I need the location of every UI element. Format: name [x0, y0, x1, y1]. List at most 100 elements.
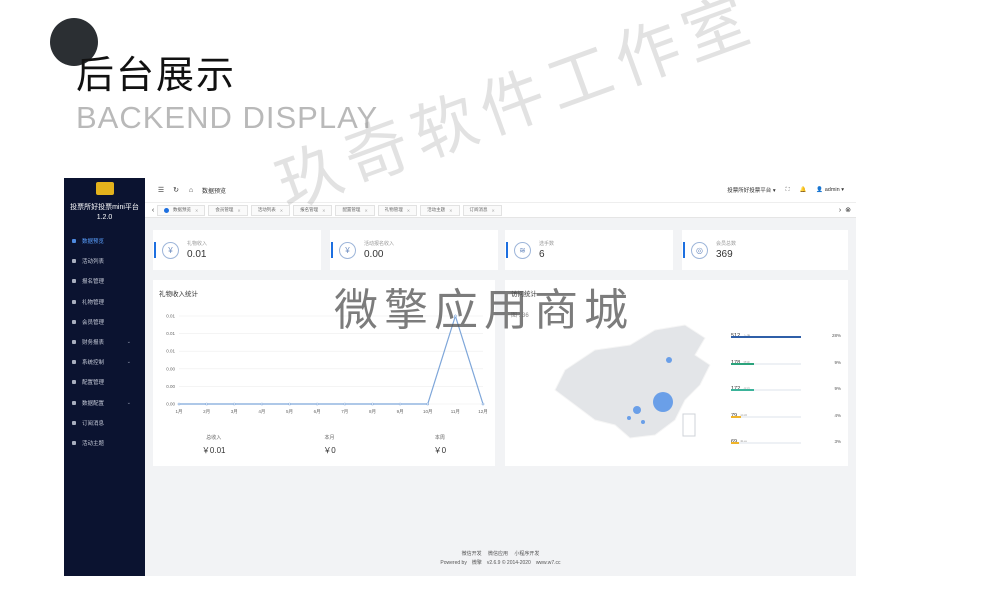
data-point: [315, 402, 319, 406]
rank-item: 69贵州3%: [731, 430, 841, 457]
platform-name: 投票所好投票平台: [727, 188, 772, 194]
china-map: [554, 324, 711, 439]
menu-toggle-icon[interactable]: ☰: [157, 186, 165, 194]
sidebar-item-6[interactable]: 系统控制 ⌄: [64, 352, 145, 372]
sidebar-item-10[interactable]: 活动主题: [64, 433, 145, 453]
breadcrumb: 数据预览: [202, 188, 227, 195]
x-tick-label: 11月: [451, 409, 460, 415]
sidebar-item-label: 活动主题: [82, 440, 105, 447]
tab-close-all-icon[interactable]: ⊗: [844, 206, 852, 214]
fullscreen-icon[interactable]: ⛶: [786, 187, 790, 194]
y-tick-label: 0.00: [166, 366, 175, 371]
visit-panel-title: 访问统计: [511, 291, 537, 298]
tab-5[interactable]: 礼物管理 ✕: [377, 204, 418, 216]
user-menu[interactable]: 👤 admin ▾: [816, 187, 844, 193]
sidebar-item-0[interactable]: 数据预览: [64, 231, 145, 251]
close-icon[interactable]: ✕: [195, 208, 198, 213]
x-tick-label: 5月: [286, 409, 293, 415]
sidebar-item-3[interactable]: 礼物管理: [64, 292, 145, 312]
yuan-icon: ¥: [339, 241, 356, 259]
bell-icon: [72, 420, 76, 425]
total-label: 本周: [434, 435, 445, 441]
sidebar-item-1[interactable]: 活动列表: [64, 251, 145, 271]
hero-title: 后台展示: [76, 53, 237, 97]
series-line: [179, 313, 484, 405]
y-tick-label: 0.00: [166, 384, 175, 389]
tab-3[interactable]: 报名管理 ✕: [293, 204, 333, 216]
tab-label: 会员管理: [215, 207, 234, 212]
close-icon[interactable]: ✕: [322, 208, 325, 213]
tab-label: 礼物管理: [384, 207, 403, 212]
total-value: ￥0.01: [201, 446, 226, 455]
y-tick-label: 0.01: [166, 349, 175, 354]
sidebar-item-4[interactable]: 会员管理: [64, 312, 145, 332]
app-name: 投票所好投票mini平台 1.2.0: [64, 203, 145, 223]
bell-icon[interactable]: 🔔: [799, 187, 806, 193]
stat-label: 活动报名收入: [364, 241, 395, 247]
rank-item: 512上海28%: [731, 324, 841, 351]
platform-switcher[interactable]: 投票所好投票平台 ▾: [727, 186, 775, 194]
home-icon: ⌂: [188, 186, 194, 194]
rank-track: [731, 415, 801, 418]
footer-copyright: Powered by 微擎 v2.6.9 © 2014-2020 www.w7.…: [440, 560, 561, 566]
yuan-icon: ¥: [162, 241, 179, 259]
stat-label: 选手数: [539, 241, 555, 247]
sidebar-item-8[interactable]: 数据配置 ⌄: [64, 393, 145, 413]
rank-fill: [731, 362, 754, 365]
stat-label: 会员总数: [716, 241, 737, 247]
calendar-icon: [72, 259, 76, 264]
data-point: [260, 402, 264, 406]
rank-pct: 9%: [834, 359, 841, 365]
x-tick-label: 6月: [314, 409, 321, 415]
close-icon[interactable]: ✕: [364, 208, 367, 213]
tab-6[interactable]: 活动主题 ✕: [420, 204, 460, 216]
tab-7[interactable]: 订阅消息 ✕: [462, 204, 502, 216]
y-tick-label: 0.01: [166, 314, 175, 319]
map-point-shanghai: [653, 392, 673, 412]
map-point-shenzhen: [641, 420, 645, 424]
data-point: [288, 402, 291, 406]
x-tick-label: 1月: [175, 409, 182, 415]
rank-track: [731, 362, 801, 365]
refresh-icon[interactable]: ↻: [172, 186, 180, 194]
main-area: ☰ ↻ ⌂ 数据预览 投票所好投票平台 ▾ ⛶ 🔔 👤 admin ▾ ‹ 数据…: [145, 178, 856, 576]
sidebar: 投票所好投票mini平台 1.2.0 数据预览活动列表报名管理礼物管理会员管理财…: [64, 178, 145, 576]
tab-0[interactable]: 数据预览 ✕: [157, 204, 206, 216]
data-point: [205, 402, 208, 406]
rank-item: 178重庆9%: [731, 351, 841, 378]
user-icon: [72, 319, 76, 324]
data-point: [481, 402, 485, 406]
sidebar-item-label: 活动列表: [82, 259, 105, 266]
close-icon[interactable]: ✕: [449, 208, 452, 213]
tab-1[interactable]: 会员管理 ✕: [208, 204, 248, 216]
total-value: ￥0: [323, 446, 336, 455]
total-label: 本月: [324, 435, 335, 441]
tab-next-icon[interactable]: ›: [836, 207, 844, 214]
footer-links[interactable]: 微信开发 微信应用 小程序开发: [145, 550, 856, 559]
user-icon: ◎: [691, 241, 708, 259]
sidebar-item-label: 订阅消息: [82, 420, 105, 427]
sidebar-item-label: 配置管理: [82, 380, 105, 387]
sidebar-item-7[interactable]: 配置管理: [64, 372, 145, 392]
sidebar-item-5[interactable]: 财务报表 ⌄: [64, 332, 145, 352]
tab-bar: ‹ 数据预览 ✕ 会员管理 ✕ 活动列表 ✕ 报名管理 ✕ 配置管理 ✕ 礼物管理 ✕ 活动主题 ✕ 订阅消…: [145, 202, 856, 218]
tab-4[interactable]: 配置管理 ✕: [335, 204, 375, 216]
total-item: 总收入 ￥0.01: [202, 434, 226, 456]
visit-rank-list: 512上海28%178重庆9%172北京9%79深圳4%69贵州3%: [731, 324, 841, 457]
close-icon[interactable]: ✕: [280, 208, 283, 213]
close-icon[interactable]: ✕: [492, 208, 495, 213]
total-item: 本周 ￥0: [434, 434, 446, 456]
data-point: [343, 402, 347, 406]
tab-prev-icon[interactable]: ‹: [149, 207, 157, 214]
rank-pct: 3%: [834, 439, 841, 444]
close-icon[interactable]: ✕: [407, 208, 410, 213]
tab-2[interactable]: 活动列表 ✕: [250, 204, 291, 216]
total-value: ￥0: [433, 446, 447, 455]
sidebar-item-2[interactable]: 报名管理: [64, 271, 145, 291]
close-icon[interactable]: ✕: [237, 208, 240, 213]
footer: 微信开发 微信应用 小程序开发 Powered by 微擎 v2.6.9 © 2…: [145, 550, 856, 568]
rank-fill: [731, 442, 739, 444]
sidebar-item-label: 系统控制: [82, 360, 105, 367]
sidebar-item-label: 礼物管理: [82, 299, 105, 306]
sidebar-item-9[interactable]: 订阅消息: [64, 413, 145, 433]
